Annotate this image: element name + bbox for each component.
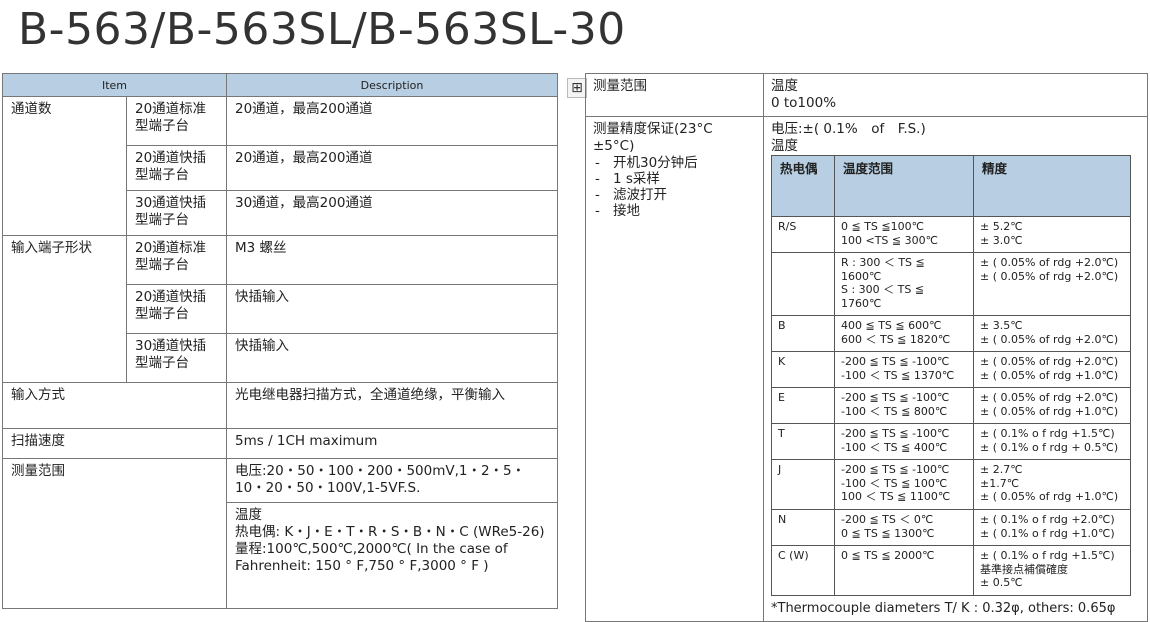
list-item: 开机30分钟后 [593,155,756,171]
table-row: R : 300 ＜ TS ≦ 1600℃ S : 300 ＜ TS ≦ 1760… [771,252,1131,316]
terminal-type: 20通道快插 型端子台 [126,284,227,334]
table-header-row: Item Description [2,73,558,97]
row-description: 30通道，最高200通道 [226,190,558,236]
accuracy-label: 测量精度保证(23°C ±5°C) [593,121,713,154]
channel-count-label: 通道数 [2,96,127,236]
tc-range: -200 ≦ TS ≦ -100℃ -100 ＜ TS ≦ 1370℃ [834,351,974,388]
list-item: 接地 [593,203,756,219]
row-description: 快插输入 [226,333,558,383]
header-range: 温度范围 [834,155,974,217]
row-description: M3 螺丝 [226,235,558,285]
voltage-accuracy: 电压:±( 0.1% of F.S.) [771,121,926,137]
list-item: 滤波打开 [593,187,756,203]
tc-type: E [771,387,835,424]
measure-range-label: 测量范围 [585,73,764,117]
tc-type: K [771,351,835,388]
tc-type: R/S [771,216,835,253]
table-row: J -200 ≦ TS ≦ -100℃ -100 ＜ TS ≦ 100℃ 100… [771,459,1131,510]
table-row: 测量范围 电压:20・50・100・200・500mV,1・2・5・10・20・… [2,458,558,609]
table-row: N -200 ≦ TS ＜ 0℃ 0 ≦ TS ≦ 1300℃ ± ( 0.1%… [771,509,1131,546]
row-description: 20通道，最高200通道 [226,96,558,146]
header-description: Description [226,73,558,97]
terminal-type: 30通道快插 型端子台 [126,190,227,236]
tc-accuracy: ± 3.5℃ ± ( 0.05% of rdg +2.0℃) [973,315,1131,352]
table-row: T -200 ≦ TS ≦ -100℃ -100 ＜ TS ≦ 400℃ ± (… [771,423,1131,460]
page-title: B-563/B-563SL/B-563SL-30 [18,4,626,55]
tc-accuracy: ± ( 0.1% o f rdg +1.5℃) 基準接点補償確度 ± 0.5℃ [973,545,1131,596]
accuracy-detail: 电压:±( 0.1% of F.S.) 温度 热电偶 温度范围 精度 R/S 0… [763,116,1148,622]
measure-range-value: 温度 0 to100% [763,73,1148,117]
table-row: B 400 ≦ TS ≦ 600℃ 600 ＜ TS ≦ 1820℃ ± 3.5… [771,315,1131,352]
terminal-type: 20通道标准 型端子台 [126,235,227,285]
tc-accuracy: ± ( 0.05% of rdg +2.0℃) ± ( 0.05% of rdg… [973,252,1131,316]
tc-range: 400 ≦ TS ≦ 600℃ 600 ＜ TS ≦ 1820℃ [834,315,974,352]
tc-range: 0 ≦ TS ≦ 2000℃ [834,545,974,596]
row-description: 快插输入 [226,284,558,334]
terminal-type: 20通道标准 型端子台 [126,96,227,146]
thermocouple-table: 热电偶 温度范围 精度 R/S 0 ≦ TS ≦100℃ 100 <TS ≦ 3… [771,155,1131,596]
tc-range: -200 ≦ TS ≦ -100℃ -100 ＜ TS ≦ 800℃ [834,387,974,424]
tc-accuracy: ± ( 0.1% o f rdg +2.0℃) ± ( 0.1% o f rdg… [973,509,1131,546]
tc-accuracy: ± ( 0.05% of rdg +2.0℃) ± ( 0.05% of rdg… [973,387,1131,424]
table-row: R/S 0 ≦ TS ≦100℃ 100 <TS ≦ 300℃ ± 5.2℃ ±… [771,216,1131,253]
tc-type: J [771,459,835,510]
accuracy-cell: 测量精度保证(23°C ±5°C) 开机30分钟后 1 s采样 滤波打开 接地 [585,116,764,622]
input-terminal-label: 输入端子形状 [2,235,127,383]
tc-type: N [771,509,835,546]
scan-speed-value: 5ms / 1CH maximum [226,428,558,459]
spec-table-left: Item Description 通道数 20通道标准 型端子台 20通道，最高… [2,73,558,609]
tc-type [771,252,835,316]
thermocouple-note: *Thermocouple diameters T/ K : 0.32φ, ot… [771,601,1116,616]
table-row: E -200 ≦ TS ≦ -100℃ -100 ＜ TS ≦ 800℃ ± (… [771,387,1131,424]
input-method-value: 光电继电器扫描方式，全通道绝缘，平衡输入 [226,382,558,429]
tc-range: -200 ≦ TS ＜ 0℃ 0 ≦ TS ≦ 1300℃ [834,509,974,546]
tc-range: -200 ≦ TS ≦ -100℃ -100 ＜ TS ≦ 400℃ [834,423,974,460]
table-row: 测量范围 温度 0 to100% [585,73,1148,117]
tc-range: 0 ≦ TS ≦100℃ 100 <TS ≦ 300℃ [834,216,974,253]
tc-type: C (W) [771,545,835,596]
table-row: 测量精度保证(23°C ±5°C) 开机30分钟后 1 s采样 滤波打开 接地 … [585,116,1148,622]
terminal-type: 30通道快插 型端子台 [126,333,227,383]
expand-icon[interactable]: ⊞ [567,78,587,98]
row-description: 20通道，最高200通道 [226,145,558,191]
thermocouple-header-row: 热电偶 温度范围 精度 [771,155,1131,217]
table-row: 通道数 20通道标准 型端子台 20通道，最高200通道 [2,96,558,236]
tc-type: B [771,315,835,352]
tc-range: R : 300 ＜ TS ≦ 1600℃ S : 300 ＜ TS ≦ 1760… [834,252,974,316]
table-row: K -200 ≦ TS ≦ -100℃ -100 ＜ TS ≦ 1370℃ ± … [771,351,1131,388]
temperature-label: 温度 [771,138,798,154]
tc-accuracy: ± 2.7℃ ±1.7℃ ± ( 0.05% of rdg +1.0℃) [973,459,1131,510]
table-row: 输入方式 光电继电器扫描方式，全通道绝缘，平衡输入 [2,382,558,429]
range-voltage: 电压:20・50・100・200・500mV,1・2・5・10・20・50・10… [226,458,558,503]
spec-table-right: 测量范围 温度 0 to100% 测量精度保证(23°C ±5°C) 开机30分… [585,73,1148,622]
measure-range-label: 测量范围 [2,458,227,609]
tc-accuracy: ± ( 0.1% o f rdg +1.5℃) ± ( 0.1% o f rdg… [973,423,1131,460]
table-row: C (W) 0 ≦ TS ≦ 2000℃ ± ( 0.1% o f rdg +1… [771,545,1131,596]
table-row: 扫描速度 5ms / 1CH maximum [2,428,558,459]
accuracy-conditions: 开机30分钟后 1 s采样 滤波打开 接地 [593,155,756,219]
terminal-type: 20通道快插 型端子台 [126,145,227,191]
range-temperature: 温度 热电偶: K・J・E・T・R・S・B・N・C (WRe5-26) 量程:1… [226,502,558,609]
table-row: 输入端子形状 20通道标准 型端子台 M3 螺丝 [2,235,558,383]
scan-speed-label: 扫描速度 [2,428,227,459]
list-item: 1 s采样 [593,171,756,187]
tc-type: T [771,423,835,460]
input-method-label: 输入方式 [2,382,227,429]
header-accuracy: 精度 [973,155,1131,217]
tc-accuracy: ± 5.2℃ ± 3.0℃ [973,216,1131,253]
tc-range: -200 ≦ TS ≦ -100℃ -100 ＜ TS ≦ 100℃ 100 ＜… [834,459,974,510]
header-item: Item [2,73,227,97]
header-thermocouple: 热电偶 [771,155,835,217]
tc-accuracy: ± ( 0.05% of rdg +2.0℃) ± ( 0.05% of rdg… [973,351,1131,388]
